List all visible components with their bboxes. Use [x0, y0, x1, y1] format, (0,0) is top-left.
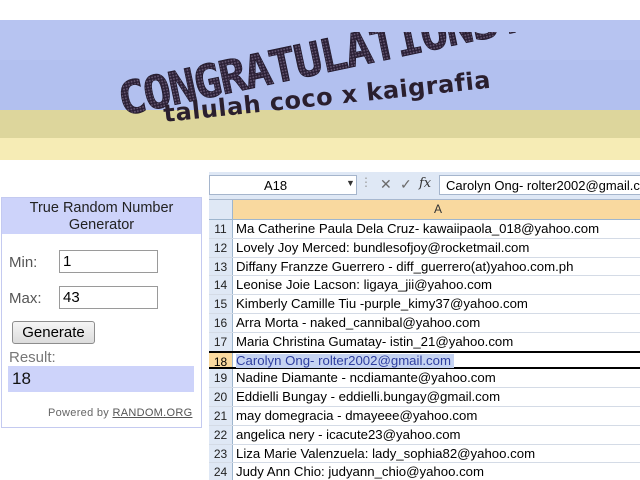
min-label: Min:: [9, 254, 38, 271]
chevron-down-icon[interactable]: ▼: [346, 178, 355, 188]
table-row: 21 may domegracia - dmayeee@yahoo.com: [209, 406, 640, 426]
row-number[interactable]: 13: [209, 257, 233, 276]
rows: 11 Ma Catherine Paula Dela Cruz- kawaiipa…: [209, 220, 640, 480]
powered-by-prefix: Powered by: [48, 407, 110, 419]
check-icon[interactable]: ✓: [400, 176, 412, 193]
column-header-a[interactable]: A: [233, 200, 640, 219]
row-number[interactable]: 12: [209, 238, 233, 257]
table-row: 14 Leonise Joie Lacson: ligaya_jii@yahoo.…: [209, 276, 640, 296]
row-number[interactable]: 21: [209, 406, 233, 425]
random-org-link[interactable]: RANDOM.ORG: [112, 407, 192, 419]
rng-title: True Random Number Generator: [2, 198, 201, 234]
name-box-value: A18: [264, 178, 288, 193]
cell-a[interactable]: Judy Ann Chio: judyann_chio@yahoo.com: [236, 463, 484, 480]
cell-a[interactable]: Liza Marie Valenzuela: lady_sophia82@yah…: [236, 445, 535, 463]
table-row: 11 Ma Catherine Paula Dela Cruz- kawaiipa…: [209, 220, 640, 239]
row-number[interactable]: 24: [209, 463, 233, 480]
table-row: 16 Arra Morta - naked_cannibal@yahoo.com: [209, 313, 640, 333]
row-number[interactable]: 19: [209, 369, 233, 388]
table-row: 20 Eddielli Bungay - eddielli.bungay@gmai…: [209, 388, 640, 407]
row-number[interactable]: 22: [209, 425, 233, 444]
max-input[interactable]: [59, 286, 158, 309]
close-icon[interactable]: ✕: [380, 176, 392, 193]
table-row: 12 Lovely Joy Merced: bundlesofjoy@rocket…: [209, 238, 640, 258]
row-number[interactable]: 14: [209, 276, 233, 295]
powered-by: Powered by RANDOM.ORG: [48, 407, 192, 419]
cell-a[interactable]: may domegracia - dmayeee@yahoo.com: [236, 407, 477, 425]
row-number[interactable]: 18: [209, 352, 233, 369]
cell-a[interactable]: Leonise Joie Lacson: ligaya_jii@yahoo.co…: [236, 276, 492, 294]
formula-input[interactable]: Carolyn Ong- rolter2002@gmail.com: [439, 175, 640, 195]
select-all-corner[interactable]: [209, 200, 233, 219]
generate-button[interactable]: Generate: [12, 321, 95, 344]
banner: CONGRATULATIONS! talulah coco x kaigrafi…: [0, 0, 640, 172]
cell-a[interactable]: Eddielli Bungay - eddielli.bungay@gmail.…: [236, 388, 500, 406]
formula-controls: ⋮ ✕ ✓ fx: [360, 175, 437, 195]
row-number[interactable]: 15: [209, 295, 233, 313]
cell-a[interactable]: Ma Catherine Paula Dela Cruz- kawaiipaol…: [236, 220, 599, 238]
formula-bar: A18 ▼ ⋮ ✕ ✓ fx Carolyn Ong- rolter2002@g…: [209, 172, 640, 200]
row-number[interactable]: 20: [209, 388, 233, 406]
table-row: 19 Nadine Diamante - ncdiamante@yahoo.com: [209, 369, 640, 389]
cell-a[interactable]: Nadine Diamante - ncdiamante@yahoo.com: [236, 369, 496, 387]
cell-a[interactable]: angelica nery - icacute23@yahoo.com: [236, 426, 461, 444]
random-number-generator: True Random Number Generator Min: Max: G…: [1, 197, 202, 428]
fx-icon[interactable]: fx: [419, 176, 431, 191]
spreadsheet: A18 ▼ ⋮ ✕ ✓ fx Carolyn Ong- rolter2002@g…: [209, 172, 640, 480]
table-row: 15 Kimberly Camille Tiu -purple_kimy37@ya…: [209, 295, 640, 314]
table-row: 23 Liza Marie Valenzuela: lady_sophia82@y…: [209, 444, 640, 464]
row-number[interactable]: 16: [209, 313, 233, 332]
table-row: 17 Maria Christina Gumatay- istin_21@yah…: [209, 332, 640, 352]
table-row: 13 Diffany Franzze Guerrero - diff_guerre…: [209, 257, 640, 277]
row-number[interactable]: 23: [209, 444, 233, 463]
max-label: Max:: [9, 290, 42, 307]
min-input[interactable]: [59, 250, 158, 273]
row-number[interactable]: 17: [209, 332, 233, 351]
row-number[interactable]: 11: [209, 220, 233, 238]
cell-a[interactable]: Lovely Joy Merced: bundlesofjoy@rocketma…: [236, 239, 529, 257]
cell-a[interactable]: Arra Morta - naked_cannibal@yahoo.com: [236, 314, 480, 332]
cell-a[interactable]: Diffany Franzze Guerrero - diff_guerrero…: [236, 258, 573, 276]
drag-handle-icon[interactable]: ⋮: [360, 175, 372, 189]
table-row: 22 angelica nery - icacute23@yahoo.com: [209, 425, 640, 445]
result-label: Result:: [9, 349, 56, 366]
cell-a[interactable]: Carolyn Ong- rolter2002@gmail.com: [236, 353, 454, 368]
name-box[interactable]: A18 ▼: [209, 175, 357, 195]
cell-a[interactable]: Kimberly Camille Tiu -purple_kimy37@yaho…: [236, 295, 528, 313]
cell-a[interactable]: Maria Christina Gumatay- istin_21@yahoo.…: [236, 333, 513, 351]
result-value: 18: [8, 366, 194, 392]
table-row: 24 Judy Ann Chio: judyann_chio@yahoo.com: [209, 463, 640, 480]
banner-band: [0, 138, 640, 160]
column-header-row: A: [209, 200, 640, 220]
table-row: 18 Carolyn Ong- rolter2002@gmail.com: [209, 350, 640, 370]
